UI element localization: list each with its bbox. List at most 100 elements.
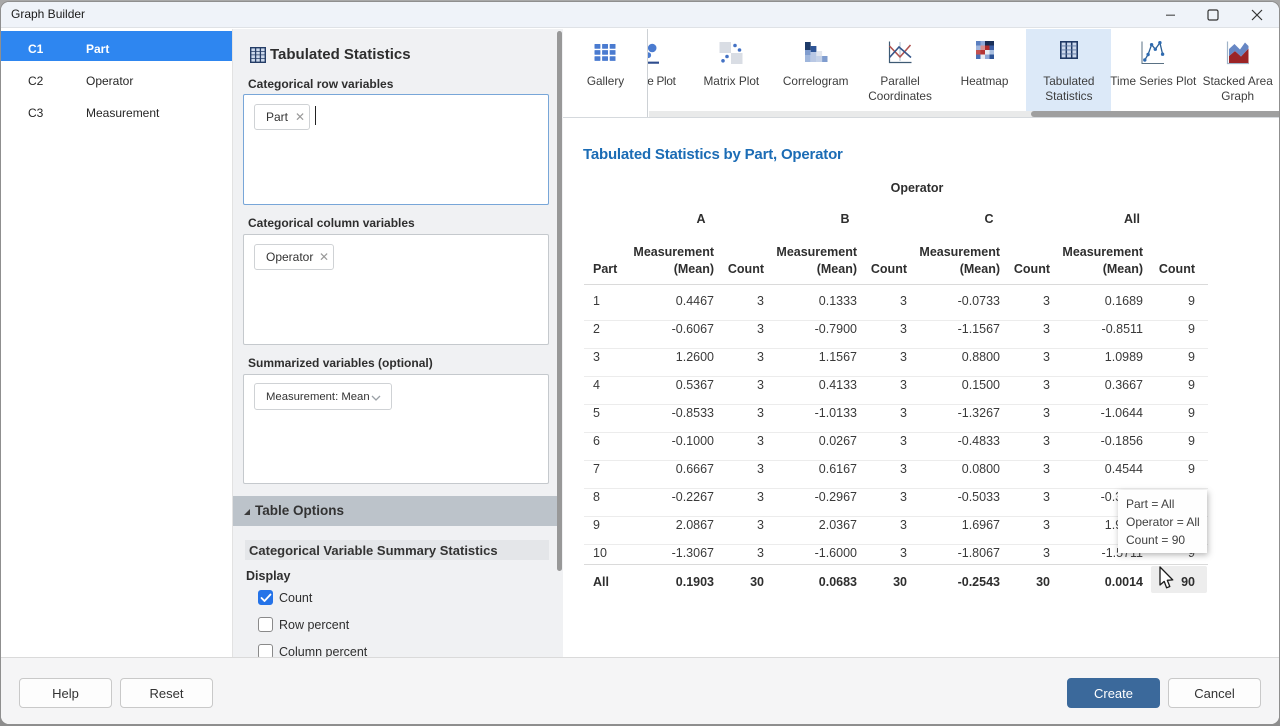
row-value-cell: -0.1856 [1053,434,1143,448]
row-value-cell: 3 [867,350,907,364]
row-value-cell: 0.3667 [1053,378,1143,392]
column-row-measurement[interactable]: C3Measurement [1,95,232,125]
gallery-tile-gallery[interactable]: Gallery [563,29,648,117]
title-bar: Graph Builder [1,2,1279,28]
table-row-divider [584,404,1208,405]
chip-operator[interactable]: Operator ✕ [254,244,334,270]
measurement-header-mean: (Mean) [910,262,1000,276]
table-options-label: Table Options [255,503,344,518]
column-row-operator[interactable]: C2Operator [1,63,232,93]
row-value-cell: 0.4467 [624,294,714,308]
row-value-cell: 1.1567 [767,350,857,364]
table-row-4: 40.536730.413330.150030.36679 [583,373,1209,401]
chip-part[interactable]: Part ✕ [254,104,310,130]
row-value-cell: 3 [867,462,907,476]
minimize-button[interactable] [1147,2,1191,28]
maximize-icon [1207,9,1219,21]
chip-part-remove-icon[interactable]: ✕ [295,110,305,124]
gallery-tile-correlogram[interactable]: Correlogram [773,29,858,111]
col-vars-label: Categorical column variables [248,216,415,230]
row-value-cell: 3 [1010,518,1050,532]
row-value-cell: 3 [724,490,764,504]
table-options-header[interactable]: Table Options [233,496,557,526]
gallery-tile-parallel-coordinates[interactable]: Parallel Coordinates [858,29,943,111]
row-vars-box[interactable]: Part ✕ [243,94,549,205]
graph-builder-dialog: Graph Builder C1PartC2OperatorC3Measurem… [1,2,1279,724]
table-group-header-a: A [656,212,746,226]
row-value-cell: 3 [867,322,907,336]
table-row-divider [584,516,1208,517]
gallery-strip: GalleryLine PlotMatrix PlotCorrelogramPa… [563,29,1279,118]
summarized-dropdown[interactable]: Measurement: Mean [254,383,392,410]
parallel-coordinates-icon [888,41,912,64]
builder-header: Tabulated Statistics [270,46,411,63]
table-row-5: 5-0.85333-1.01333-1.32673-1.06449 [583,401,1209,429]
table-group-header-all: All [1087,212,1177,226]
table-row-10: 10-1.30673-1.60003-1.80673-1.57119 [583,541,1209,569]
table-row-divider [584,320,1208,321]
close-icon [1251,9,1263,21]
row-value-cell: 1.6967 [910,518,1000,532]
row-value-cell: 3 [724,378,764,392]
column-id: C2 [28,74,43,88]
row-value-cell: 3 [867,434,907,448]
text-cursor [315,106,316,125]
row-value-cell: 3 [867,294,907,308]
tooltip-line: Part = All [1126,497,1174,511]
results-area: Tabulated Statistics by Part, Operator O… [563,118,1279,657]
row-value-cell: 3 [1010,490,1050,504]
gallery-tile-heatmap[interactable]: Heatmap [942,29,1027,111]
gallery-tile-label: Matrix Plot [684,74,779,89]
row-value-cell: 3 [1010,546,1050,560]
row-value-cell: 0.0267 [767,434,857,448]
table-row-divider [584,348,1208,349]
row-value-cell: -0.8511 [1053,322,1143,336]
right-panel: GalleryLine PlotMatrix PlotCorrelogramPa… [563,29,1279,657]
gallery-hscrollbar-thumb[interactable] [1031,111,1279,117]
row-value-cell: 3 [1010,462,1050,476]
row-value-cell: 30 [724,575,764,589]
close-button[interactable] [1235,2,1279,28]
column-name: Part [86,42,109,56]
row-value-cell: 9 [1155,294,1195,308]
table-row-divider [584,460,1208,461]
help-button[interactable]: Help [19,678,112,708]
tooltip-line: Operator = All [1126,515,1200,529]
row-value-cell: -1.3067 [624,546,714,560]
gallery-tile-matrix-plot[interactable]: Matrix Plot [689,29,774,111]
gallery-icon [595,44,616,61]
row-value-cell: 0.0800 [910,462,1000,476]
gallery-tile-label: Time Series Plot [1106,74,1201,89]
gallery-tile-time-series-plot[interactable]: Time Series Plot [1111,29,1196,111]
checkbox-checked[interactable] [258,590,273,605]
checkbox-unchecked[interactable] [258,617,273,632]
gallery-tile-tabulated-statistics[interactable]: Tabulated Statistics [1026,29,1111,111]
measurement-header-mean: (Mean) [767,262,857,276]
create-button[interactable]: Create [1067,678,1160,708]
table-group-header-c: C [944,212,1034,226]
gallery-hscrollbar[interactable] [649,111,1279,117]
table-row-divider [584,488,1208,489]
row-value-cell: -0.6067 [624,322,714,336]
row-value-cell: -0.2543 [910,575,1000,589]
heatmap-icon [976,41,994,59]
builder-scrollbar-thumb[interactable] [557,31,562,571]
collapse-triangle-icon [244,509,250,515]
table-span-header-operator: Operator [767,181,1067,195]
row-value-cell: 3 [724,406,764,420]
row-value-cell: -0.5033 [910,490,1000,504]
gallery-tile-stacked-area-graph[interactable]: Stacked Area Graph [1195,29,1279,111]
row-value-cell: 2.0367 [767,518,857,532]
table-row-divider [584,376,1208,377]
footer-bar: Help Reset Create Cancel [1,657,1279,724]
col-vars-box[interactable]: Operator ✕ [243,234,549,345]
chip-operator-remove-icon[interactable]: ✕ [319,250,329,264]
summarized-box[interactable]: Measurement: Mean [243,374,549,484]
reset-button[interactable]: Reset [120,678,213,708]
maximize-button[interactable] [1191,2,1235,28]
cancel-button[interactable]: Cancel [1168,678,1261,708]
gallery-tile-label: Tabulated Statistics [1021,74,1116,104]
column-row-part[interactable]: C1Part [1,31,232,61]
table-row-3: 31.260031.156730.880031.09899 [583,345,1209,373]
gallery-tile-label: Stacked Area Graph [1190,74,1279,104]
